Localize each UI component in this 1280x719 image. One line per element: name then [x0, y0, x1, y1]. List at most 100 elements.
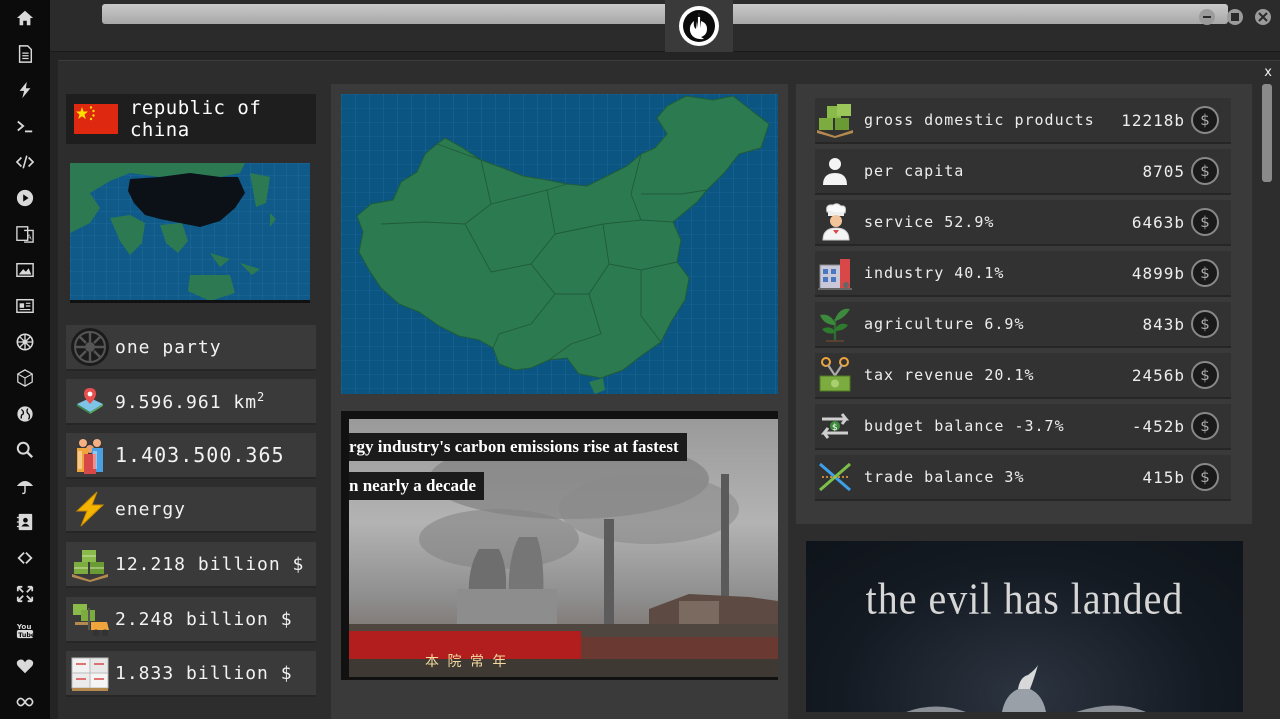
home-icon[interactable] — [13, 6, 37, 30]
sprout-icon — [815, 304, 855, 344]
dollar-coin-icon[interactable]: $ — [1191, 361, 1219, 389]
economy-value: 6463b — [1131, 212, 1185, 232]
youtube-icon[interactable]: You Tube — [13, 618, 37, 642]
tax-scissors-icon — [815, 355, 855, 395]
dollar-coin-icon[interactable]: $ — [1191, 208, 1219, 236]
rebel-alliance-icon — [679, 6, 719, 46]
money-stack-icon — [68, 543, 112, 585]
economy-row: $ budget balance -3.7% -452b $ — [815, 404, 1231, 450]
economy-value: 2456b — [1131, 365, 1185, 385]
area-unit-exponent: 2 — [257, 389, 266, 404]
china-flag-icon — [74, 104, 118, 134]
panel-close-button[interactable]: x — [1264, 65, 1272, 80]
bolt-icon[interactable] — [13, 78, 37, 102]
import-boxes-icon — [68, 652, 112, 694]
economy-label: tax revenue 20.1% — [864, 366, 1035, 384]
economy-value: -452b — [1131, 416, 1185, 436]
population-value: 1.403.500.365 — [115, 443, 285, 467]
left-sidebar: A You Tube — [0, 0, 50, 719]
news-card[interactable]: 本 院 常 年 rgy industry's carbon emissions … — [341, 411, 778, 680]
resource-row: energy — [66, 487, 316, 533]
economy-label: trade balance 3% — [864, 468, 1025, 486]
svg-text:A: A — [27, 232, 32, 241]
government-row: one party — [66, 325, 316, 371]
infinity-icon[interactable] — [13, 690, 37, 714]
exports-row: 2.248 billion $ — [66, 597, 316, 643]
energy-bolt-icon — [68, 488, 112, 530]
dollar-coin-icon[interactable]: $ — [1191, 157, 1219, 185]
gdp-value: 12.218 billion $ — [115, 553, 305, 575]
resource-value: energy — [115, 498, 187, 520]
country-header: republic of china — [66, 94, 316, 144]
economy-value: 843b — [1142, 314, 1185, 334]
play-icon[interactable] — [13, 186, 37, 210]
panel-scrollbar[interactable] — [1262, 84, 1272, 182]
economy-row: trade balance 3% 415b $ — [815, 455, 1231, 501]
globe-icon[interactable] — [13, 402, 37, 426]
area-value: 9.596.961 km — [115, 391, 258, 413]
population-icon — [68, 434, 112, 476]
economy-row: per capita 8705 $ — [815, 149, 1231, 195]
exports-value: 2.248 billion $ — [115, 608, 293, 630]
factory-icon — [815, 253, 855, 293]
economy-row: service 52.9% 6463b $ — [815, 200, 1231, 246]
dollar-coin-icon[interactable]: $ — [1191, 106, 1219, 134]
population-row: 1.403.500.365 — [66, 433, 316, 479]
government-type: one party — [115, 336, 222, 358]
cube-icon[interactable] — [13, 366, 37, 390]
maximize-icon[interactable] — [1227, 9, 1243, 25]
poster-card[interactable]: the evil has landed — [806, 541, 1243, 712]
economy-row: gross domestic products 12218b $ — [815, 98, 1231, 144]
news-headline-line-1: rgy industry's carbon emissions rise at … — [349, 433, 687, 461]
minimize-icon[interactable] — [1199, 9, 1215, 25]
country-map — [341, 94, 778, 394]
economy-value: 8705 — [1142, 161, 1185, 181]
search-icon[interactable] — [13, 438, 37, 462]
title-bar — [50, 0, 1280, 52]
export-forklift-icon — [68, 598, 112, 640]
economy-label: industry 40.1% — [864, 264, 1005, 282]
empire-icon[interactable] — [13, 330, 37, 354]
economy-label: service 52.9% — [864, 213, 995, 231]
contacts-icon[interactable] — [13, 510, 37, 534]
expand-icon[interactable] — [13, 582, 37, 606]
close-icon[interactable] — [1255, 9, 1271, 25]
economy-label: per capita — [864, 162, 965, 180]
money-stack-icon — [815, 100, 855, 140]
news-banner-text: 本 院 常 年 — [425, 654, 509, 670]
image-icon[interactable] — [13, 258, 37, 282]
imports-row: 1.833 billion $ — [66, 651, 316, 697]
person-icon — [815, 151, 855, 191]
news-icon[interactable] — [13, 294, 37, 318]
links-icon[interactable] — [13, 546, 37, 570]
umbrella-icon[interactable] — [13, 474, 37, 498]
world-location-map — [70, 163, 310, 303]
area-row: 9.596.961 km2 — [66, 379, 316, 425]
svg-text:You: You — [16, 622, 32, 631]
budget-arrows-icon: $ — [815, 406, 855, 446]
news-headline-line-2: n nearly a decade — [349, 472, 485, 500]
economy-value: 12218b — [1121, 110, 1185, 130]
logo-tab[interactable] — [665, 0, 733, 52]
map-pin-icon — [68, 380, 112, 422]
empire-icon — [68, 326, 112, 368]
economy-value: 415b — [1142, 467, 1185, 487]
country-name: republic of china — [129, 97, 262, 141]
imports-value: 1.833 billion $ — [115, 662, 293, 684]
dollar-coin-icon[interactable]: $ — [1191, 310, 1219, 338]
economy-row: industry 40.1% 4899b $ — [815, 251, 1231, 297]
chef-icon — [815, 202, 855, 242]
dollar-coin-icon[interactable]: $ — [1191, 259, 1219, 287]
translate-icon[interactable]: A — [13, 222, 37, 246]
svg-text:$: $ — [832, 423, 838, 433]
code-icon[interactable] — [13, 150, 37, 174]
document-icon[interactable] — [13, 42, 37, 66]
terminal-icon[interactable] — [13, 114, 37, 138]
heart-icon[interactable] — [13, 654, 37, 678]
svg-text:Tube: Tube — [18, 632, 34, 639]
dollar-coin-icon[interactable]: $ — [1191, 412, 1219, 440]
gdp-row: 12.218 billion $ — [66, 542, 316, 588]
dollar-coin-icon[interactable]: $ — [1191, 463, 1219, 491]
economy-value: 4899b — [1131, 263, 1185, 283]
trade-cross-icon — [815, 457, 855, 497]
